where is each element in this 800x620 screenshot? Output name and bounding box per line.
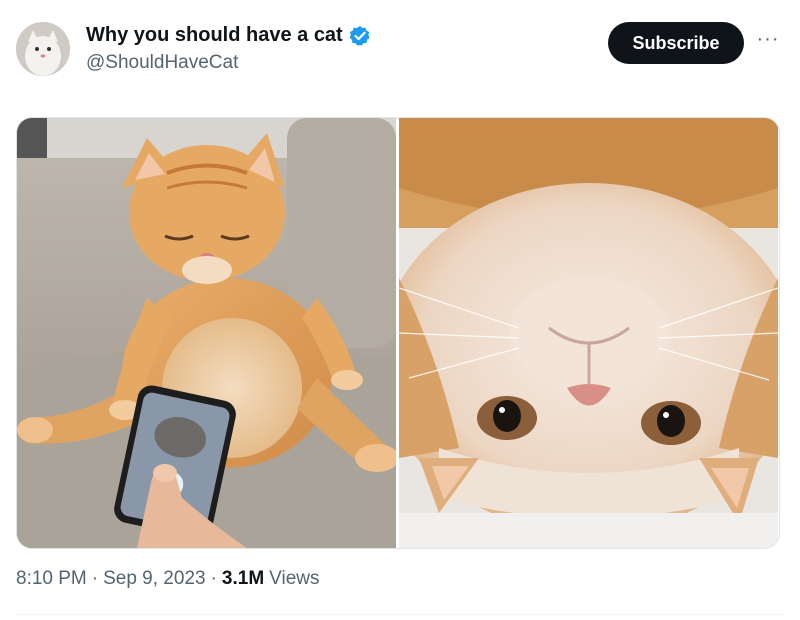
subscribe-button[interactable]: Subscribe [608, 22, 744, 64]
author-display-name[interactable]: Why you should have a cat [86, 24, 343, 47]
media-photo-1[interactable] [17, 118, 396, 548]
views-label: Views [269, 568, 320, 589]
more-options-icon[interactable]: ··· [756, 29, 780, 52]
views-count: 3.1M [221, 568, 265, 589]
verified-badge-icon [349, 25, 371, 47]
post-header: Why you should have a cat @ShouldHaveCat… [16, 18, 784, 78]
author-handle[interactable]: @ShouldHaveCat [86, 52, 238, 74]
meta-separator: · [91, 568, 99, 589]
avatar[interactable] [16, 22, 70, 76]
post-metadata: 8:10 PM · Sep 9, 2023 · 3.1M Views [16, 568, 320, 590]
meta-separator: · [210, 568, 217, 589]
post-time[interactable]: 8:10 PM [16, 568, 87, 590]
media-photo-2[interactable] [399, 118, 778, 548]
media-grid [16, 117, 780, 549]
author-name-row[interactable]: Why you should have a cat [86, 24, 371, 47]
divider [16, 614, 784, 615]
post-date[interactable]: Sep 9, 2023 [103, 568, 205, 590]
